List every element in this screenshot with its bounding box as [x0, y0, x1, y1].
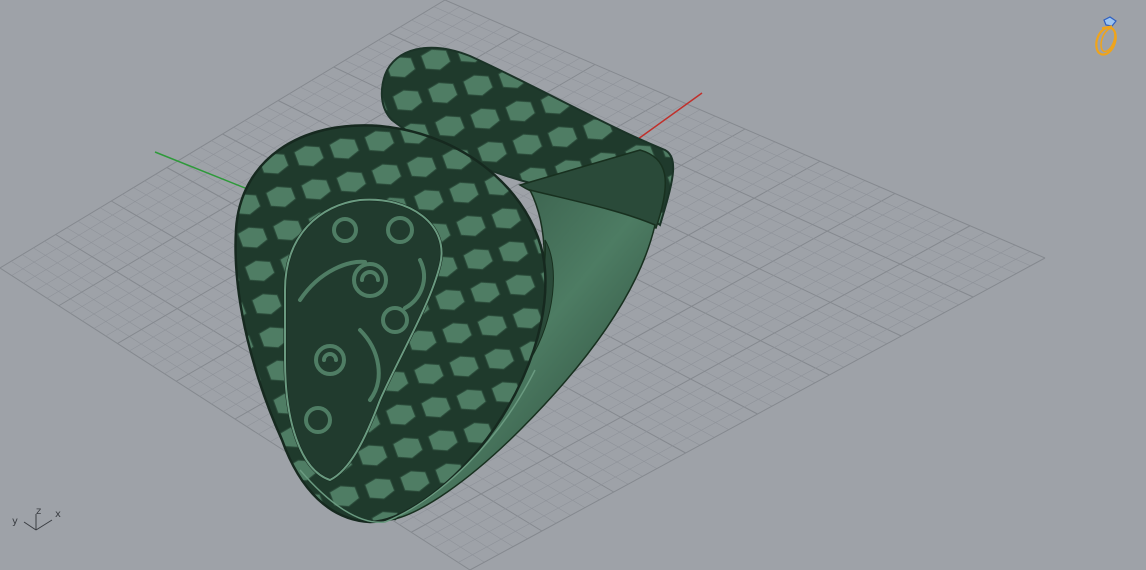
ring-model[interactable]: [234, 46, 675, 524]
axis-label-x: x: [55, 509, 61, 520]
axis-label-y: y: [12, 516, 18, 527]
view-axes-widget: y z x: [12, 506, 61, 531]
ring-logo-icon: [1095, 16, 1117, 56]
perspective-viewport[interactable]: y z x: [0, 0, 1146, 570]
viewport-canvas[interactable]: y z x: [0, 0, 1146, 570]
axis-label-z: z: [36, 506, 41, 517]
